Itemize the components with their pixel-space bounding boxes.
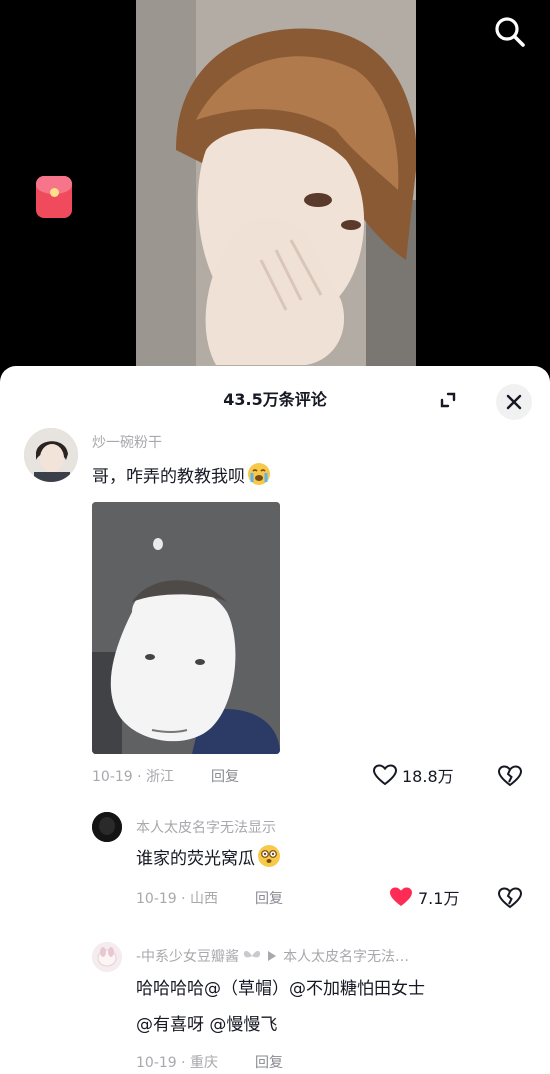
dislike-button[interactable] (497, 764, 523, 790)
avatar[interactable] (92, 942, 122, 972)
red-envelope-seal (50, 188, 59, 197)
comment-username[interactable]: 炒一碗粉干 (92, 432, 162, 452)
comment-username[interactable]: -中系少女豆瓣酱 (136, 946, 239, 966)
heart-outline-icon (372, 764, 398, 786)
comment-location: 浙江 (146, 769, 175, 785)
reply-button[interactable]: 回复 (255, 1055, 283, 1071)
comment-meta: 10-19 · 山西 回复 (136, 888, 283, 908)
video-image (136, 0, 416, 370)
comment-text-content: 谁家的荧光窝瓜 (136, 849, 255, 869)
avatar-image (92, 942, 122, 972)
comment-date: 10-19 (92, 769, 133, 785)
comment-location: 山西 (190, 891, 219, 907)
video-frame[interactable] (136, 0, 416, 370)
comment-attached-image[interactable] (92, 502, 280, 754)
butterfly-icon (243, 951, 261, 958)
close-button[interactable] (496, 384, 532, 420)
avatar[interactable] (92, 812, 122, 842)
reply-header: -中系少女豆瓣酱 本人太皮名字无法… (136, 946, 409, 966)
avatar-image (24, 428, 78, 482)
expand-icon (440, 392, 456, 408)
reply-arrow-icon (268, 951, 277, 961)
comment-date: 10-19 (136, 891, 177, 907)
comment-text-content: 哥，咋弄的教教我呗 (92, 467, 245, 487)
like-count: 7.1万 (418, 889, 460, 908)
reply-button[interactable]: 回复 (211, 769, 239, 785)
comment-text: 谁家的荧光窝瓜 (136, 844, 281, 874)
dizzy-emoji-icon (258, 845, 280, 867)
like-count: 18.8万 (402, 767, 454, 786)
video-area[interactable] (0, 0, 550, 380)
reply-to-username[interactable]: 本人太皮名字无法… (283, 946, 409, 966)
comment-panel-header: 43.5万条评论 (0, 366, 550, 426)
comment-location: 重庆 (190, 1055, 219, 1071)
comment-photo (92, 502, 280, 754)
broken-heart-icon (497, 887, 523, 909)
comment-text-line2: @有喜呀 @慢慢飞 (136, 1015, 278, 1035)
expand-button[interactable] (434, 386, 462, 414)
comment-username[interactable]: 本人太皮名字无法显示 (136, 817, 276, 837)
close-icon (506, 394, 522, 410)
search-icon (495, 17, 525, 47)
meta-dot: · (137, 769, 147, 785)
dislike-button[interactable] (497, 886, 523, 912)
meta-dot: · (181, 891, 191, 907)
broken-heart-icon (497, 765, 523, 787)
red-envelope-button[interactable] (36, 176, 72, 218)
avatar-image (92, 812, 122, 842)
comment-text-line1: 哈哈哈哈@（草帽）@不加糖怕田女士 (136, 979, 425, 999)
meta-dot: · (181, 1055, 191, 1071)
comment-panel: 43.5万条评论 炒一碗粉干 哥，咋弄的教教我呗 10-19 · 浙江 回复 1… (0, 366, 550, 1074)
comment-meta: 10-19 · 浙江 回复 (92, 766, 239, 786)
avatar[interactable] (24, 428, 78, 482)
reply-button[interactable]: 回复 (255, 891, 283, 907)
comment-count-title: 43.5万条评论 (223, 390, 327, 409)
like-button[interactable]: 7.1万 (388, 885, 459, 909)
comment-date: 10-19 (136, 1055, 177, 1071)
heart-filled-icon (390, 887, 412, 906)
crying-emoji-icon (248, 463, 270, 485)
like-button[interactable]: 18.8万 (372, 763, 454, 787)
comment-text: 哥，咋弄的教教我呗 (92, 462, 271, 492)
search-button[interactable] (492, 14, 528, 50)
comment-meta: 10-19 · 重庆 回复 (136, 1052, 283, 1072)
